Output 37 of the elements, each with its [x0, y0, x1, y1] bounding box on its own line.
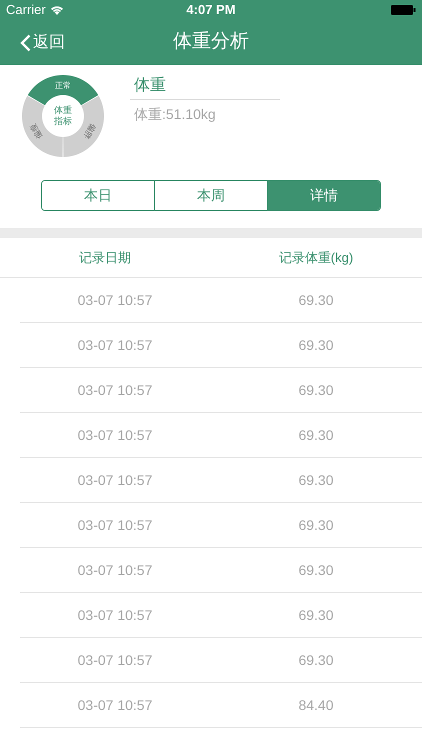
table-cell-text: 69.30 — [297, 516, 335, 534]
table-cell-text: 03-07 10:57 — [76, 606, 154, 624]
back-button[interactable]: 返回 — [0, 30, 65, 54]
segment-tab[interactable]: 详情 — [267, 181, 380, 210]
wifi-icon — [50, 5, 64, 15]
table-cell-text: 69.30 — [297, 560, 335, 580]
table-cell-text: 69.30 — [297, 606, 335, 624]
table-cell-text: 84.40 — [297, 696, 335, 714]
table-cell-text: 69.30 — [297, 650, 335, 670]
summary-title: 体重 — [130, 74, 280, 100]
table-cell-text: 03-07 10:57 — [76, 336, 154, 354]
status-time: 4:07 PM — [186, 1, 236, 20]
table-cell-text: 03-07 10:57 — [76, 380, 154, 400]
table-cell-text: 03-07 10:57 — [76, 560, 154, 580]
table-cell-text: 03-07 10:57 — [76, 696, 154, 714]
table-cell-text: 03-07 10:57 — [76, 290, 154, 310]
column-header: 记录体重(kg) — [278, 248, 354, 267]
table-cell-text: 69.30 — [297, 290, 335, 310]
table-cell-text: 03-07 10:57 — [76, 516, 154, 534]
battery-icon — [391, 5, 416, 15]
table-cell-text: 69.30 — [297, 380, 335, 400]
gauge-label: 偏胖 — [82, 122, 98, 140]
table-cell-text: 69.30 — [297, 426, 335, 444]
page-title: 体重分析 — [173, 30, 249, 54]
table-cell-text: 03-07 10:57 — [76, 650, 154, 670]
weight-value: 体重:51.10kg — [133, 105, 217, 124]
gauge-center-label: 体重 — [54, 105, 72, 115]
carrier-label: Carrier — [6, 1, 46, 20]
chevron-left-icon — [20, 34, 31, 52]
table-cell-text: 69.30 — [297, 336, 335, 354]
table-cell-text: 03-07 10:57 — [76, 470, 154, 490]
gauge-label: 偏瘦 — [28, 122, 44, 140]
gauge-center-label: 指标 — [54, 116, 72, 126]
table-cell-text: 03-07 10:57 — [76, 426, 154, 444]
column-header: 记录日期 — [78, 248, 132, 267]
gauge-label: 正常 — [55, 81, 71, 90]
table-cell-text: 69.30 — [297, 470, 335, 490]
